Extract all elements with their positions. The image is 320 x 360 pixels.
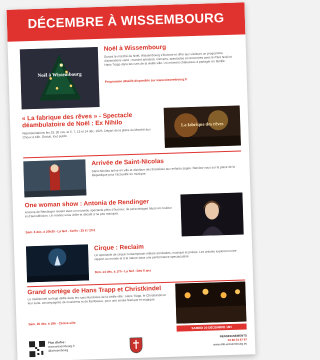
footer-contact-line-3: @wissembourg	[48, 348, 69, 353]
event-meta-one-woman-show: Sam. 6 déc. à 20h30 - La Nef - Tarifs : …	[25, 228, 96, 235]
title-banner: DÉCEMBRE À WISSEMBOURG	[6, 2, 246, 42]
event-text-saint-nicolas: Saint-Nicolas arrive en ville et distrib…	[91, 164, 236, 178]
info-box: RENSEIGNEMENTS 03 88 54 87 87 www.ville-…	[193, 333, 248, 352]
coat-of-arms-logo	[129, 337, 144, 354]
event-text-fabrique: Représentations les 29, 30 nov. et 6, 7,…	[22, 127, 151, 140]
event-image-fabrique: La fabrique des rêves	[163, 105, 241, 148]
info-box-line-3: www.ville-wissembourg.eu	[213, 341, 248, 347]
event-title-fabrique: « La fabrique des rêves » - Spectacle dé…	[21, 111, 133, 130]
page-title: DÉCEMBRE À WISSEMBOURG	[27, 9, 225, 32]
event-meta-cortege: Sam. 20 déc. à 18h - Centre-ville	[28, 320, 76, 327]
photo-background: DÉCEMBRE À WISSEMBOURG Noël à Wissembour…	[0, 0, 262, 360]
event-image-noel: Noël à Wissembourg	[19, 46, 100, 110]
event-image-cirque	[25, 244, 90, 283]
flyer-page: DÉCEMBRE À WISSEMBOURG Noël à Wissembour…	[6, 2, 256, 360]
event-image-saint-nicolas	[23, 159, 87, 198]
event-date-badge: SAMEDI 20 DÉCEMBRE 18H	[176, 323, 247, 332]
event-meta-noel: Programme détaillé disponible sur www.wi…	[104, 77, 188, 84]
qr-code	[28, 340, 46, 358]
event-image-one-woman-show	[180, 192, 244, 237]
event-meta-cirque: Dim. 14 déc. à 17h - La Nef - Dès 6 ans	[94, 268, 152, 275]
event-image-cortege	[175, 281, 247, 324]
event-text-noel: Durant le marché de Noël, Wissembourg s'…	[103, 51, 232, 67]
